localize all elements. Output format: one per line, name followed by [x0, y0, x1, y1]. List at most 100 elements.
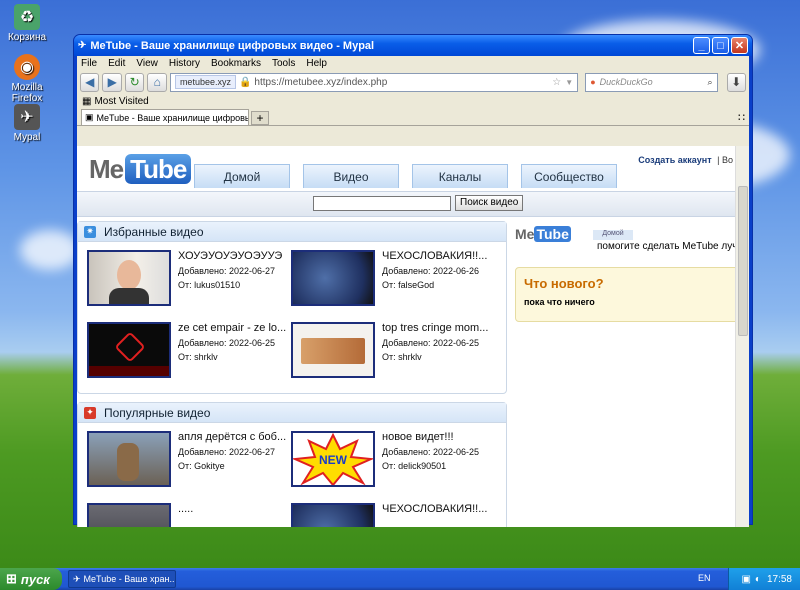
desktop-icon-mypal[interactable]: ✈ Mypal [0, 104, 54, 143]
browser-chrome: File Edit View History Bookmarks Tools H… [77, 56, 749, 527]
most-visited-icon: ▦ [82, 96, 92, 107]
desktop-icon-recycle-bin[interactable]: ♻ Корзина [0, 4, 54, 43]
page-vertical-scrollbar[interactable] [735, 146, 749, 527]
video-card[interactable]: ze cet empair - ze lo... Добавлено: 2022… [87, 322, 287, 382]
video-thumbnail[interactable]: NEW [291, 431, 375, 487]
video-card[interactable]: ЧЕХОСЛОВАКИЯ!!... [291, 503, 491, 527]
video-thumbnail[interactable] [291, 503, 375, 527]
menu-tools[interactable]: Tools [272, 58, 295, 69]
tab-overflow-icon[interactable]: ∷ [738, 111, 745, 124]
video-thumbnail[interactable] [87, 322, 171, 378]
tray-network-icon[interactable]: ▣ [741, 574, 750, 585]
forward-button[interactable]: ▶ [102, 72, 122, 92]
video-search-input[interactable] [313, 196, 451, 211]
video-card[interactable]: ХОУЭУОУЭУОЭУУЭ Добавлено: 2022-06-27 От:… [87, 250, 287, 310]
account-separator[interactable]: | Во [717, 155, 733, 165]
maximize-button[interactable]: □ [712, 37, 729, 54]
video-thumbnail[interactable] [291, 250, 375, 306]
video-title[interactable]: ze cet empair - ze lo... [178, 322, 290, 334]
video-title[interactable]: ..... [178, 503, 290, 515]
sidebar-home-tab[interactable]: Домой [593, 230, 633, 240]
menu-help[interactable]: Help [306, 58, 327, 69]
menu-edit[interactable]: Edit [108, 58, 125, 69]
tab-metube[interactable]: ▣ MeTube - Ваше хранилище цифровых видео [81, 109, 249, 125]
start-button[interactable]: ⊞ пуск [0, 568, 62, 590]
taskbar-app-icon: ✈ [73, 573, 81, 584]
browser-window: ✈ MeTube - Ваше хранилище цифровых видео… [73, 34, 753, 527]
search-video-button[interactable]: Поиск видео [455, 195, 524, 211]
featured-header: ✷ Избранные видео [78, 222, 506, 242]
video-title[interactable]: апля дерётся с боб... [178, 431, 290, 443]
new-tab-button[interactable]: + [251, 111, 269, 125]
video-author[interactable]: От: shrklv [178, 352, 290, 362]
create-account-link[interactable]: Создать аккаунт [638, 155, 711, 165]
video-card[interactable]: NEW новое видет!!! Добавлено: 2022-06-25… [291, 431, 491, 491]
site-nav: Домой Видео Каналы Сообщество [194, 164, 617, 188]
search-field[interactable]: ● DuckDuckGo ⌕ [585, 72, 718, 92]
logo-me: Me [89, 154, 124, 184]
account-links: Создать аккаунт | Во [638, 155, 733, 165]
star-icon: ✷ [84, 225, 96, 238]
bookmark-star-icon[interactable]: ☆ [552, 77, 561, 88]
video-title[interactable]: ХОУЭУОУЭУОЭУУЭ [178, 250, 290, 262]
video-title[interactable]: новое видет!!! [382, 431, 494, 443]
video-card[interactable]: ЧЕХОСЛОВАКИЯ!!... Добавлено: 2022-06-26 … [291, 250, 491, 310]
forward-arrow-icon: ▶ [107, 75, 117, 89]
search-placeholder: DuckDuckGo [599, 77, 653, 87]
search-icon[interactable]: ⌕ [707, 77, 712, 88]
nav-community[interactable]: Сообщество [521, 164, 617, 188]
video-author[interactable]: От: shrklv [382, 352, 494, 362]
video-author[interactable]: От: delick90501 [382, 461, 494, 471]
tray-volume-icon[interactable]: ◐ [755, 574, 761, 585]
nav-channels[interactable]: Каналы [412, 164, 508, 188]
close-button[interactable]: ✕ [731, 37, 748, 54]
video-thumbnail[interactable] [87, 503, 171, 527]
video-thumbnail[interactable] [87, 250, 171, 306]
video-title[interactable]: top tres cringe mom... [382, 322, 494, 334]
most-visited-link[interactable]: Most Visited [94, 96, 148, 107]
metube-logo[interactable]: Me Tube [89, 154, 192, 185]
menu-bookmarks[interactable]: Bookmarks [211, 58, 261, 69]
video-author[interactable]: От: lukus01510 [178, 280, 290, 290]
video-thumbnail[interactable] [87, 431, 171, 487]
scroll-thumb[interactable] [737, 186, 748, 336]
video-title[interactable]: ЧЕХОСЛОВАКИЯ!!... [382, 250, 494, 262]
video-card[interactable]: ..... [87, 503, 287, 527]
video-date: Добавлено: 2022-06-27 [178, 266, 276, 276]
nav-videos[interactable]: Видео [303, 164, 399, 188]
desktop-icon-firefox[interactable]: ◉ Mozilla Firefox [0, 54, 54, 104]
sidebar-logo[interactable]: Me Tube [515, 226, 571, 242]
video-author[interactable]: От: falseGod [382, 280, 494, 290]
home-button[interactable]: ⌂ [147, 72, 167, 92]
taskbar-window-button[interactable]: ✈ MeTube - Ваше хран... [68, 570, 176, 588]
video-info: ХОУЭУОУЭУОЭУУЭ Добавлено: 2022-06-27 От:… [178, 250, 290, 294]
video-title[interactable]: ЧЕХОСЛОВАКИЯ!!... [382, 503, 494, 515]
menu-view[interactable]: View [136, 58, 158, 69]
video-author[interactable]: От: Gokitye [178, 461, 290, 471]
menu-file[interactable]: File [81, 58, 97, 69]
tab-favicon: ▣ [85, 112, 94, 122]
popular-panel: ✦ Популярные видео апля дерётся с боб...… [77, 402, 507, 527]
back-button[interactable]: ◀ [80, 72, 100, 92]
minimize-button[interactable]: _ [693, 37, 710, 54]
video-date: Добавлено: 2022-06-25 [382, 338, 480, 348]
taskbar: ⊞ пуск ✈ MeTube - Ваше хран... EN ▣ ◐ 17… [0, 568, 800, 590]
clock[interactable]: 17:58 [767, 574, 792, 585]
video-card[interactable]: top tres cringe mom... Добавлено: 2022-0… [291, 322, 491, 382]
windows-logo-icon: ⊞ [6, 571, 17, 586]
window-titlebar[interactable]: ✈ MeTube - Ваше хранилище цифровых видео… [74, 35, 752, 56]
url-bar[interactable]: metubee.xyz 🔒 https://metubee.xyz/index.… [169, 72, 579, 92]
url-dropdown-icon[interactable]: ▼ [565, 78, 573, 87]
video-date: Добавлено: 2022-06-25 [178, 338, 276, 348]
language-indicator[interactable]: EN [698, 573, 711, 583]
nav-home[interactable]: Домой [194, 164, 290, 188]
menu-history[interactable]: History [169, 58, 200, 69]
video-date: Добавлено: 2022-06-26 [382, 266, 480, 276]
downloads-button[interactable]: ⬇ [726, 72, 746, 92]
reload-icon: ↻ [129, 75, 140, 89]
url-text: https://metubee.xyz/index.php [254, 76, 388, 88]
video-card[interactable]: апля дерётся с боб... Добавлено: 2022-06… [87, 431, 287, 491]
reload-button[interactable]: ↻ [124, 72, 145, 92]
video-thumbnail[interactable] [291, 322, 375, 378]
featured-panel: ✷ Избранные видео ХОУЭУОУЭУОЭУУЭ Добавле… [77, 221, 507, 394]
